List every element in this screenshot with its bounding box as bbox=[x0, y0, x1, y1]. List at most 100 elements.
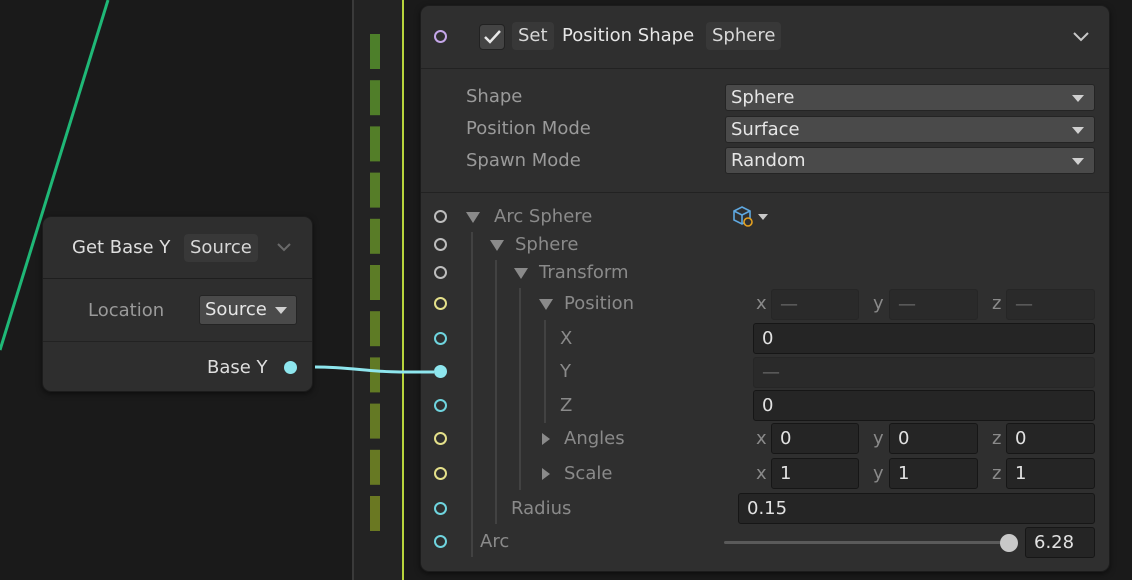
radius-field[interactable]: 0.15 bbox=[738, 493, 1095, 524]
foldout-arrow-icon[interactable] bbox=[539, 299, 553, 310]
scale-label: Scale bbox=[564, 463, 613, 484]
check-icon bbox=[484, 30, 501, 44]
base-y-output-port[interactable] bbox=[284, 361, 297, 374]
position-z-field: — bbox=[1006, 289, 1095, 320]
title-set: Set bbox=[512, 22, 554, 50]
chevron-down-icon[interactable] bbox=[277, 242, 291, 252]
arc-sphere-label: Arc Sphere bbox=[494, 206, 593, 227]
flow-dash bbox=[370, 80, 380, 116]
flow-dash bbox=[370, 403, 380, 439]
x-field[interactable]: 0 bbox=[753, 323, 1095, 354]
transform-input-port[interactable] bbox=[434, 266, 447, 279]
transform-label: Transform bbox=[539, 262, 629, 283]
scale-z-field[interactable]: 1 bbox=[1006, 458, 1095, 489]
location-value: Source bbox=[205, 299, 267, 320]
x-input-port[interactable] bbox=[434, 332, 447, 345]
source-chip: Source bbox=[184, 234, 258, 262]
node-title: Get Base Y bbox=[72, 237, 171, 258]
angles-y-label: y bbox=[873, 428, 884, 449]
shape-dropdown[interactable]: Sphere bbox=[725, 84, 1095, 111]
arc-field[interactable]: 6.28 bbox=[1025, 527, 1095, 558]
spawn-mode-value: Random bbox=[731, 150, 806, 171]
arc-slider-thumb[interactable] bbox=[1000, 534, 1018, 552]
flow-dash bbox=[370, 172, 380, 208]
y-input-port[interactable] bbox=[434, 365, 447, 378]
radius-input-port[interactable] bbox=[434, 502, 447, 515]
arc-label: Arc bbox=[480, 531, 510, 552]
flow-dash bbox=[370, 357, 380, 393]
chevron-down-icon[interactable] bbox=[1073, 31, 1089, 42]
sphere-input-port[interactable] bbox=[434, 238, 447, 251]
arc-slider-track[interactable] bbox=[724, 541, 1010, 544]
angles-input-port[interactable] bbox=[434, 432, 447, 445]
flow-dashes bbox=[370, 34, 380, 531]
scale-y-field[interactable]: 1 bbox=[889, 458, 978, 489]
scale-z-label: z bbox=[992, 463, 1002, 484]
arc-sphere-input-port[interactable] bbox=[434, 210, 447, 223]
flow-dash bbox=[370, 218, 380, 254]
z-input-port[interactable] bbox=[434, 399, 447, 412]
angles-label: Angles bbox=[564, 428, 625, 449]
z-field[interactable]: 0 bbox=[753, 390, 1095, 421]
spawn-mode-label: Spawn Mode bbox=[466, 150, 581, 171]
position-mode-dropdown[interactable]: Surface bbox=[725, 116, 1095, 143]
flow-dash bbox=[370, 34, 380, 69]
dropdown-arrow-icon bbox=[1072, 158, 1084, 165]
foldout-arrow-icon[interactable] bbox=[542, 433, 550, 445]
foldout-arrow-icon[interactable] bbox=[490, 240, 504, 251]
position-y-label: y bbox=[873, 293, 884, 314]
tree-guide bbox=[471, 232, 473, 557]
title-attribute: Position Shape bbox=[562, 25, 695, 46]
angles-x-field[interactable]: 0 bbox=[771, 423, 859, 454]
settings-divider bbox=[421, 192, 1109, 193]
x-label: X bbox=[560, 328, 573, 349]
y-field: — bbox=[753, 357, 1095, 388]
flow-dash bbox=[370, 311, 380, 347]
angles-z-label: z bbox=[992, 428, 1002, 449]
foldout-arrow-icon[interactable] bbox=[514, 268, 528, 279]
position-y-field: — bbox=[889, 289, 978, 320]
tree-guide bbox=[544, 320, 546, 423]
title-shape: Sphere bbox=[706, 22, 782, 50]
location-dropdown[interactable]: Source bbox=[199, 295, 297, 325]
arc-input-port[interactable] bbox=[434, 535, 447, 548]
flow-input-port[interactable] bbox=[434, 30, 447, 43]
dropdown-arrow-icon bbox=[1072, 95, 1084, 102]
y-label: Y bbox=[560, 361, 571, 382]
dropdown-arrow-icon bbox=[275, 307, 287, 314]
tree-guide bbox=[519, 288, 521, 490]
angles-y-field[interactable]: 0 bbox=[889, 423, 978, 454]
foldout-arrow-icon[interactable] bbox=[542, 468, 550, 480]
enable-checkbox[interactable] bbox=[479, 24, 505, 50]
scale-input-port[interactable] bbox=[434, 467, 447, 480]
flow-dash bbox=[370, 449, 380, 485]
angles-z-field[interactable]: 0 bbox=[1006, 423, 1095, 454]
flow-dash bbox=[370, 496, 380, 531]
shape-value: Sphere bbox=[731, 87, 795, 108]
position-label: Position bbox=[564, 293, 635, 314]
tree-guide bbox=[495, 260, 497, 524]
position-x-label: x bbox=[756, 293, 767, 314]
scale-x-label: x bbox=[756, 463, 767, 484]
flow-dash bbox=[370, 265, 380, 300]
position-mode-label: Position Mode bbox=[466, 118, 591, 139]
position-z-label: z bbox=[992, 293, 1002, 314]
node-divider bbox=[43, 341, 312, 342]
spawn-mode-dropdown[interactable]: Random bbox=[725, 147, 1095, 174]
foldout-arrow-icon[interactable] bbox=[466, 212, 480, 223]
flow-dash bbox=[370, 126, 380, 162]
scale-x-field[interactable]: 1 bbox=[771, 458, 859, 489]
shape-label: Shape bbox=[466, 86, 523, 107]
location-label: Location bbox=[88, 300, 165, 321]
position-x-field: — bbox=[771, 289, 859, 320]
angles-x-label: x bbox=[756, 428, 767, 449]
space-cube-icon[interactable] bbox=[732, 205, 770, 229]
position-mode-value: Surface bbox=[731, 119, 800, 140]
z-label: Z bbox=[560, 395, 573, 416]
sphere-label: Sphere bbox=[515, 234, 579, 255]
scale-y-label: y bbox=[873, 463, 884, 484]
output-label: Base Y bbox=[207, 357, 268, 378]
position-input-port[interactable] bbox=[434, 297, 447, 310]
dropdown-arrow-icon bbox=[1072, 127, 1084, 134]
radius-label: Radius bbox=[511, 498, 572, 519]
